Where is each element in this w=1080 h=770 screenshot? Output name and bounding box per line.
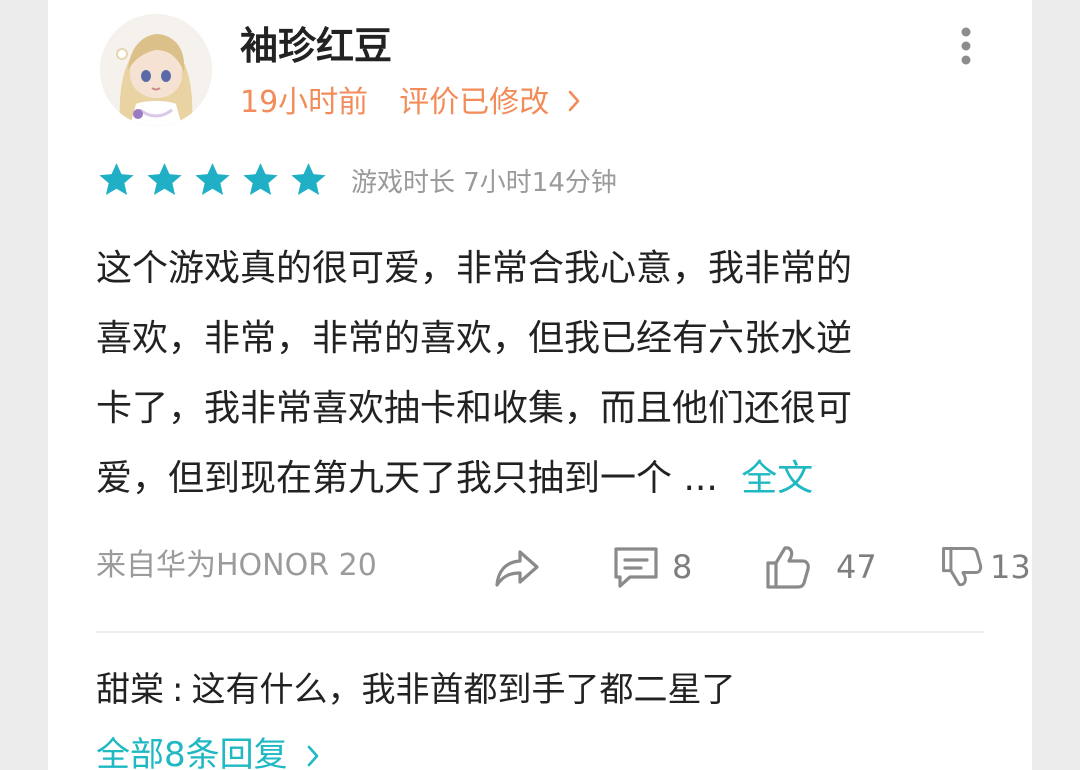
review-card: 袖珍红豆 19小时前 评价已修改 游戏时长 7小时14分钟 这个游戏真的很可爱，… (48, 0, 1032, 770)
more-vertical-icon (961, 27, 971, 65)
chevron-right-icon (567, 83, 581, 125)
more-options-button[interactable] (950, 24, 982, 68)
full-text-link[interactable]: 全文 (741, 458, 813, 499)
review-footer: 来自华为HONOR 20 8 47 13 (96, 534, 1031, 600)
username[interactable]: 袖珍红豆 (240, 20, 392, 72)
star-icon (195, 162, 230, 195)
rating-row: 游戏时长 7小时14分钟 (96, 158, 617, 202)
reply-author[interactable]: 甜棠 (96, 670, 164, 710)
review-line: 这个游戏真的很可爱，非常合我心意，我非常的 (96, 248, 853, 289)
review-line: 爱，但到现在第九天了我只抽到一个 (96, 458, 673, 499)
star-rating (96, 160, 329, 201)
like-count: 47 (836, 548, 877, 586)
star-icon (243, 162, 278, 195)
chevron-right-icon (306, 732, 320, 770)
reply-separator: : (172, 670, 184, 710)
thumbs-up-icon (766, 546, 810, 589)
review-text[interactable]: 这个游戏真的很可爱，非常合我心意，我非常的 喜欢，非常，非常的喜欢，但我已经有六… (96, 234, 986, 514)
device-label: 来自华为HONOR 20 (96, 548, 377, 583)
star-icon (99, 162, 134, 195)
review-line-last: 爱，但到现在第九天了我只抽到一个 ... 全文 (96, 444, 986, 514)
comment-icon (614, 547, 658, 588)
time-ago: 19小时前 (240, 85, 369, 120)
dislike-button[interactable]: 13 (938, 540, 1031, 594)
review-line: 卡了，我非常喜欢抽卡和收集，而且他们还很可 (96, 388, 853, 429)
share-icon (495, 550, 539, 587)
comment-button[interactable]: 8 (610, 540, 692, 594)
edited-label: 评价已修改 (399, 85, 550, 120)
thumbs-down-icon (942, 547, 983, 587)
star-icon (147, 162, 182, 195)
playtime: 游戏时长 7小时14分钟 (351, 167, 617, 198)
page: 袖珍红豆 19小时前 评价已修改 游戏时长 7小时14分钟 这个游戏真的很可爱，… (0, 0, 1080, 770)
ellipsis: ... (683, 458, 718, 499)
reply-preview[interactable]: 甜棠: 这有什么，我非酋都到手了都二星了 (96, 664, 735, 716)
review-line: 喜欢，非常，非常的喜欢，但我已经有六张水逆 (96, 318, 853, 359)
divider (96, 631, 984, 633)
comment-count: 8 (672, 548, 693, 586)
all-replies-label: 全部8条回复 (96, 735, 288, 770)
star-icon (291, 162, 326, 195)
reply-text: 这有什么，我非酋都到手了都二星了 (191, 670, 736, 710)
avatar[interactable] (100, 14, 212, 126)
all-replies-link[interactable]: 全部8条回复 (96, 730, 320, 770)
dislike-count: 13 (990, 548, 1031, 586)
like-button[interactable]: 47 (762, 540, 877, 594)
review-meta[interactable]: 19小时前 评价已修改 (240, 82, 581, 125)
avatar-image (100, 14, 212, 126)
share-button[interactable] (490, 540, 544, 594)
